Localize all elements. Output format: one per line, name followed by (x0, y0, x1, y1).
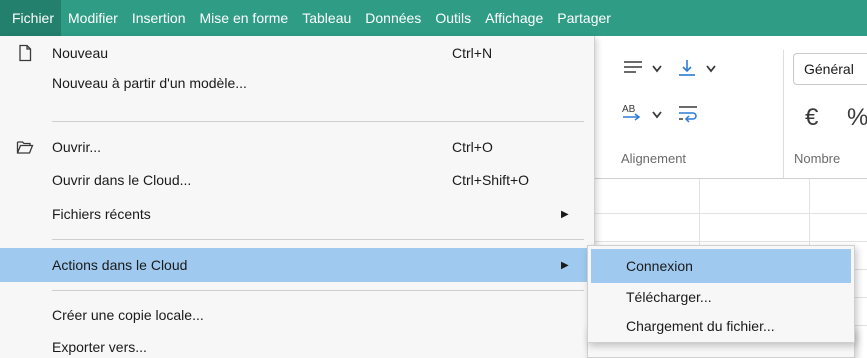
ribbon: AB Alignement Général € % Nombre (595, 36, 867, 178)
menu-item-ouvrir-cloud[interactable]: Ouvrir dans le Cloud... Ctrl+Shift+O (0, 163, 592, 197)
currency-format-icon[interactable]: € (805, 104, 818, 132)
shortcut-label: Ctrl+Shift+O (452, 172, 530, 188)
menu-item-label: Fichiers récents (52, 206, 151, 222)
open-folder-icon (16, 141, 34, 154)
menu-item-exporter[interactable]: Exporter vers... (0, 330, 592, 358)
menu-mise-en-forme[interactable]: Mise en forme (193, 0, 296, 36)
menu-item-label: Ouvrir dans le Cloud... (52, 172, 192, 188)
menu-item-label: Exporter vers... (52, 339, 147, 355)
menu-tableau[interactable]: Tableau (295, 0, 358, 36)
menu-outils[interactable]: Outils (428, 0, 478, 36)
submenu-arrow-icon: ▶ (561, 259, 569, 271)
ribbon-group-alignment-label: Alignement (621, 151, 687, 166)
menu-partager[interactable]: Partager (550, 0, 618, 36)
menu-bar: Fichier Modifier Insertion Mise en forme… (0, 0, 867, 36)
number-format-select[interactable]: Général (793, 53, 867, 85)
shortcut-label: Ctrl+O (452, 139, 493, 155)
menu-separator (52, 290, 584, 291)
menu-item-label: Ouvrir... (52, 139, 102, 155)
menu-item-ouvrir[interactable]: Ouvrir... Ctrl+O (0, 130, 592, 164)
text-direction-icon[interactable]: AB (621, 102, 643, 124)
menu-separator (52, 121, 584, 122)
menu-affichage[interactable]: Affichage (478, 0, 550, 36)
menu-item-label: Nouveau à partir d'un modèle... (52, 75, 247, 91)
ribbon-group-number-label: Nombre (794, 151, 841, 166)
ribbon-separator (783, 50, 784, 178)
align-bottom-icon[interactable] (677, 58, 697, 78)
chevron-down-icon[interactable] (651, 64, 663, 74)
cloud-actions-submenu-final: Connexion Télécharger... Chargement du f… (587, 245, 855, 343)
menu-item-label: Créer une copie locale... (52, 307, 204, 323)
grid-line (595, 213, 867, 214)
menu-fichier[interactable]: Fichier (0, 0, 62, 36)
chevron-down-icon[interactable] (705, 64, 717, 74)
align-justify-icon[interactable] (623, 60, 643, 76)
menu-separator (52, 239, 584, 240)
menu-item-actions-cloud[interactable]: Actions dans le Cloud ▶ (0, 248, 592, 282)
new-file-icon (19, 44, 32, 62)
menu-item-label: Actions dans le Cloud (52, 257, 188, 273)
chevron-down-icon[interactable] (651, 110, 663, 120)
shortcut-label: Ctrl+N (452, 45, 493, 61)
percent-format-icon[interactable]: % (847, 104, 867, 132)
menu-modifier[interactable]: Modifier (61, 0, 125, 36)
grid-line (595, 241, 867, 242)
menu-item-label: Nouveau (52, 45, 109, 61)
menu-item-fichiers-recents[interactable]: Fichiers récents ▶ (0, 197, 592, 231)
file-menu-dropdown: Nouveau Ctrl+N Nouveau à partir d'un mod… (0, 36, 595, 358)
wrap-text-icon[interactable] (677, 104, 699, 124)
menu-item-nouveau-modele[interactable]: Nouveau à partir d'un modèle... (0, 66, 592, 100)
submenu-item-connexion[interactable]: Connexion (591, 249, 851, 283)
menu-donnees[interactable]: Données (358, 0, 428, 36)
submenu-arrow-icon: ▶ (561, 208, 569, 220)
menu-item-nouveau[interactable]: Nouveau Ctrl+N (0, 36, 592, 70)
menu-item-copie-locale[interactable]: Créer une copie locale... (0, 298, 592, 332)
svg-text:AB: AB (622, 104, 636, 115)
menu-insertion[interactable]: Insertion (125, 0, 193, 36)
submenu-item-chargement-fichier[interactable]: Chargement du fichier... (588, 309, 854, 343)
